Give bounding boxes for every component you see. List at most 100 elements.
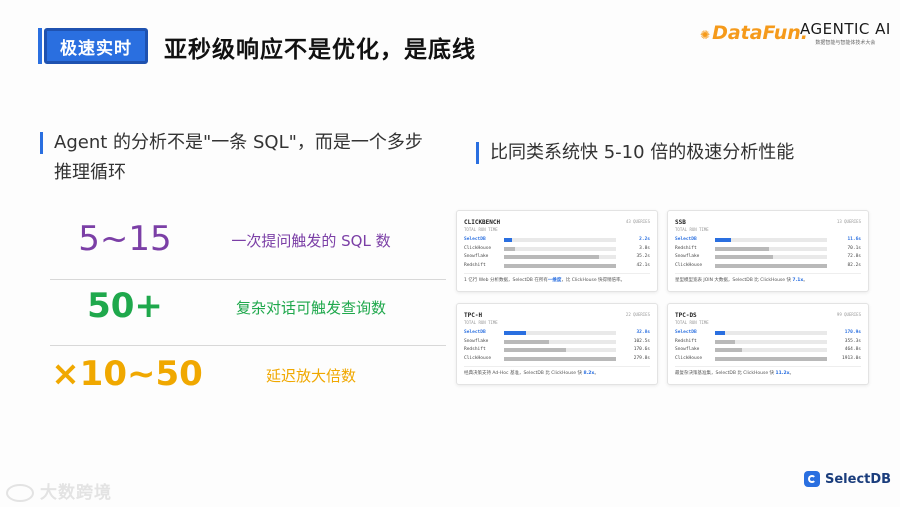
row-bar-fill <box>715 255 774 259</box>
panel-query-count: 99 QUERIES <box>836 312 861 317</box>
selectdb-logo-text: SelectDB <box>825 471 892 487</box>
panel-rows: SelectDB 2.2s ClickHouse 3.8s Snowflake 35.2s… <box>464 236 650 270</box>
panel-divider <box>464 273 650 274</box>
benchmark-row: Redshift 70.1s <box>675 245 861 254</box>
stat-queries-per-dialog: 50+ 复杂对话可触发查询数 <box>40 282 446 346</box>
benchmark-row: Redshift 170.6s <box>464 346 650 355</box>
panel-subtitle: TOTAL RUN TIME <box>464 227 498 232</box>
panel-footnote: 星型模型宽表 JOIN 大数据，SelectDB 比 ClickHouse 快 … <box>675 277 808 283</box>
stat-latency-amplification: ×10~50 延迟放大倍数 <box>40 348 406 412</box>
row-bar-fill <box>715 263 827 268</box>
row-bar-fill <box>715 339 736 344</box>
panel-subtitle: TOTAL RUN TIME <box>675 320 709 325</box>
benchmark-row: SelectDB 170.9s <box>675 329 861 338</box>
benchmark-panel-ssb: SSB 13 QUERIES TOTAL RUN TIME SelectDB 11.6s… <box>667 210 869 292</box>
benchmark-row: ClickHouse 82.2s <box>675 262 861 271</box>
right-heading-text: 比同类系统快 5-10 倍的极速分析性能 <box>490 142 795 163</box>
row-bar-track <box>504 246 616 251</box>
row-run-time: 102.5s <box>633 338 650 344</box>
row-bar-fill <box>504 348 566 352</box>
stat-label: 复杂对话可触发查询数 <box>235 299 386 317</box>
right-heading-bar <box>476 142 479 164</box>
row-bar-track <box>715 255 827 259</box>
watermark: 大数跨境 <box>6 478 112 503</box>
stat-label: 一次提问触发的 SQL 数 <box>231 232 391 250</box>
right-heading: 比同类系统快 5-10 倍的极速分析性能 <box>476 138 794 164</box>
benchmark-row: SelectDB 32.8s <box>464 329 650 338</box>
row-system-name: ClickHouse <box>675 262 703 268</box>
footnote-highlight: 8.2x <box>583 371 595 376</box>
panel-footnote: 1 亿行 Web 分析数据，SelectDB 在所有一维度，比 ClickHou… <box>464 277 625 283</box>
panel-title: TPC-DS <box>675 312 697 319</box>
agentic-ai-logo-text: AGENTIC AI <box>800 20 891 38</box>
row-bar-fill <box>504 331 527 335</box>
row-bar-fill <box>504 339 549 344</box>
row-run-time: 464.8s <box>844 347 861 352</box>
benchmark-panel-tpcds: TPC-DS 99 QUERIES TOTAL RUN TIME SelectDB 17… <box>667 303 869 385</box>
benchmark-panel-clickbench: CLICKBENCH 43 QUERIES TOTAL RUN TIME Select… <box>456 210 658 292</box>
row-bar-track <box>715 263 827 268</box>
selectdb-icon <box>804 471 820 487</box>
panel-divider <box>464 366 650 367</box>
row-bar-track <box>715 246 827 251</box>
watermark-text: 大数跨境 <box>40 483 112 503</box>
row-system-name: Snowflake <box>675 347 700 352</box>
row-system-name: Snowflake <box>464 338 489 344</box>
row-run-time: 35.2s <box>636 254 650 259</box>
selectdb-logo: SelectDB <box>804 471 891 487</box>
row-system-name: Redshift <box>464 262 486 268</box>
panel-rows: SelectDB 170.9s Redshift 355.3s Snowflake 464… <box>675 329 861 363</box>
row-bar-track <box>504 348 616 352</box>
row-system-name: Redshift <box>675 338 697 344</box>
panel-divider <box>675 366 861 367</box>
left-heading-line2: 推理循环 <box>54 162 126 183</box>
row-bar-fill <box>715 331 726 335</box>
panel-query-count: 43 QUERIES <box>625 219 650 224</box>
benchmark-row: Redshift 42.1s <box>464 262 650 271</box>
footnote-end: 。 <box>594 371 599 376</box>
row-bar-fill <box>504 356 616 361</box>
left-heading: Agent 的分析不是"一条 SQL"，而是一个多步 推理循环 <box>40 128 440 188</box>
row-run-time: 72.8s <box>847 254 861 259</box>
footnote-highlight: 7.1x <box>792 278 804 283</box>
panel-title: CLICKBENCH <box>464 219 501 226</box>
panel-footnote: 最复杂决策基准集，SelectDB 比 ClickHouse 快 11.2x。 <box>675 370 794 376</box>
row-run-time: 355.3s <box>844 338 861 344</box>
benchmark-row: ClickHouse 1913.0s <box>675 355 861 364</box>
footnote-text: 最复杂决策基准集，SelectDB 比 ClickHouse 快 <box>675 371 776 376</box>
row-bar-fill <box>715 348 742 352</box>
footnote-text: 经典决策支持 Ad-Hoc 基准，SelectDB 比 ClickHouse 快 <box>464 371 584 376</box>
panel-query-count: 13 QUERIES <box>836 219 861 224</box>
stat-divider <box>50 279 446 280</box>
row-run-time: 70.1s <box>847 245 861 251</box>
benchmark-row: Snowflake 35.2s <box>464 253 650 262</box>
row-bar-track <box>715 238 827 242</box>
slide: 极速实时 亚秒级响应不是优化，是底线 ✺ DataFun. AGENTIC AI … <box>0 0 900 507</box>
left-heading-text: Agent 的分析不是"一条 SQL"，而是一个多步 推理循环 <box>54 128 440 188</box>
footnote-text: 星型模型宽表 JOIN 大数据，SelectDB 比 ClickHouse 快 <box>675 278 793 283</box>
row-bar-track <box>504 339 616 344</box>
row-bar-track <box>504 238 616 242</box>
row-run-time: 279.8s <box>633 355 650 361</box>
benchmark-row: Snowflake 464.8s <box>675 346 861 355</box>
row-system-name: Redshift <box>464 347 486 352</box>
row-bar-fill <box>715 246 769 251</box>
watermark-icon <box>6 484 34 502</box>
panel-query-count: 22 QUERIES <box>625 312 650 317</box>
footnote-end: ，比 ClickHouse 快得稍倍率。 <box>561 278 626 283</box>
row-bar-track <box>504 255 616 259</box>
row-bar-track <box>715 348 827 352</box>
row-bar-fill <box>504 255 600 259</box>
benchmark-panel-tpch: TPC-H 22 QUERIES TOTAL RUN TIME SelectDB 32.… <box>456 303 658 385</box>
row-system-name: SelectDB <box>464 330 486 335</box>
row-run-time: 32.8s <box>636 330 650 335</box>
row-run-time: 170.6s <box>633 347 650 352</box>
agentic-ai-logo: AGENTIC AI 数据智能与智能体技术大会 <box>800 20 891 46</box>
row-system-name: ClickHouse <box>464 355 492 361</box>
row-system-name: ClickHouse <box>675 355 703 361</box>
row-bar-fill <box>504 238 512 242</box>
datafun-logo-text: DataFun. <box>712 22 808 44</box>
row-run-time: 170.9s <box>844 330 861 335</box>
footnote-highlight: 11.2x <box>775 371 790 376</box>
row-system-name: ClickHouse <box>464 245 492 251</box>
